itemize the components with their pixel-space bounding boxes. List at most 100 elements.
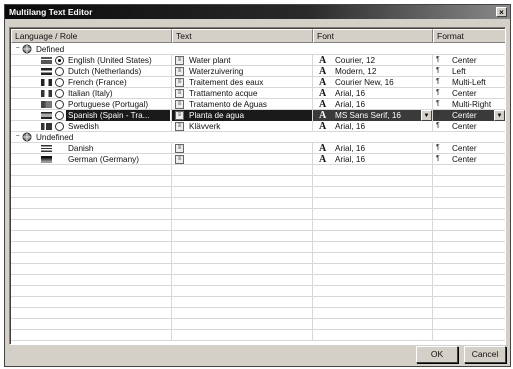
font-value: MS Sans Serif, 16 xyxy=(335,111,401,120)
globe-icon xyxy=(22,132,33,142)
cancel-button[interactable]: Cancel xyxy=(464,346,506,363)
format-value: Left xyxy=(452,67,466,76)
text-cell[interactable]: ≡ xyxy=(172,154,313,165)
text-edit-icon[interactable]: ≡ xyxy=(175,111,184,120)
column-header-format[interactable]: Format xyxy=(433,29,505,43)
font-cell[interactable]: A Courier New, 16 xyxy=(313,77,433,88)
grid-header: Language / Role Text Font Format xyxy=(11,29,505,43)
font-icon: A xyxy=(319,55,327,66)
empty-cell xyxy=(313,220,433,231)
text-cell[interactable]: ≡ Trattamento acque xyxy=(172,88,313,99)
language-label: Danish xyxy=(68,144,94,153)
empty-cell xyxy=(433,264,505,275)
group-label: Undefined xyxy=(36,133,74,142)
alignment-icon: ¶ xyxy=(436,155,440,162)
default-language-radio[interactable] xyxy=(55,78,64,87)
group-cell: − Undefined xyxy=(11,132,505,143)
empty-cell xyxy=(433,275,505,286)
text-edit-icon[interactable]: ≡ xyxy=(175,100,184,109)
text-edit-icon[interactable]: ≡ xyxy=(175,89,184,98)
empty-row xyxy=(11,220,505,231)
font-icon: A xyxy=(319,66,327,77)
text-cell[interactable]: ≡ Tratamento de Aguas xyxy=(172,99,313,110)
text-edit-icon[interactable]: ≡ xyxy=(175,56,184,65)
font-cell[interactable]: A Arial, 16 xyxy=(313,154,433,165)
default-language-radio[interactable] xyxy=(55,122,64,131)
font-cell[interactable]: A MS Sans Serif, 16 ▼ xyxy=(313,110,433,121)
font-cell[interactable]: A Arial, 16 xyxy=(313,99,433,110)
flag-icon xyxy=(41,68,52,75)
empty-cell xyxy=(313,308,433,319)
column-header-text[interactable]: Text xyxy=(172,29,313,43)
empty-cell xyxy=(313,297,433,308)
font-cell[interactable]: A Arial, 16 xyxy=(313,143,433,154)
column-header-font[interactable]: Font xyxy=(313,29,433,43)
text-cell[interactable]: ≡ Traitement des eaux xyxy=(172,77,313,88)
text-edit-icon[interactable]: ≡ xyxy=(175,122,184,131)
collapse-icon[interactable]: − xyxy=(14,133,21,141)
text-cell[interactable]: ≡ Water plant xyxy=(172,55,313,66)
text-cell[interactable]: ≡ Waterzuivering xyxy=(172,66,313,77)
language-row[interactable]: Italian (Italy) ≡ Trattamento acque A Arial,… xyxy=(11,88,505,99)
font-value: Modern, 12 xyxy=(335,67,377,76)
empty-cell xyxy=(11,165,172,176)
language-row[interactable]: German (Germany) ≡ A Arial, 16 ¶ Center xyxy=(11,154,505,165)
text-cell[interactable]: ≡ xyxy=(172,143,313,154)
format-cell[interactable]: ¶ Center xyxy=(433,154,505,165)
ok-button[interactable]: OK xyxy=(416,346,458,363)
font-value: Arial, 16 xyxy=(335,144,366,153)
language-row[interactable]: Swedish ≡ Klävverk A Arial, 16 ¶ Center xyxy=(11,121,505,132)
text-edit-icon[interactable]: ≡ xyxy=(175,155,184,164)
language-row[interactable]: Portuguese (Portugal) ≡ Tratamento de Agua… xyxy=(11,99,505,110)
empty-cell xyxy=(172,165,313,176)
default-language-radio[interactable] xyxy=(55,56,64,65)
language-row[interactable]: Danish ≡ A Arial, 16 ¶ Center xyxy=(11,143,505,154)
alignment-icon: ¶ xyxy=(436,78,440,85)
font-cell[interactable]: A Arial, 16 xyxy=(313,121,433,132)
default-language-radio[interactable] xyxy=(55,100,64,109)
text-edit-icon[interactable]: ≡ xyxy=(175,144,184,153)
format-cell[interactable]: ¶ Center xyxy=(433,121,505,132)
empty-cell xyxy=(11,220,172,231)
format-cell[interactable]: ¶ Center xyxy=(433,143,505,154)
group-row[interactable]: − Undefined xyxy=(11,132,505,143)
column-header-language[interactable]: Language / Role xyxy=(11,29,172,43)
default-language-radio[interactable] xyxy=(55,67,64,76)
close-icon[interactable]: × xyxy=(496,7,507,17)
language-label: Dutch (Netherlands) xyxy=(68,67,142,76)
font-cell[interactable]: A Courier, 12 xyxy=(313,55,433,66)
font-value: Arial, 16 xyxy=(335,122,366,131)
font-value: Courier New, 16 xyxy=(335,78,394,87)
text-edit-icon[interactable]: ≡ xyxy=(175,78,184,87)
font-dropdown-button[interactable]: ▼ xyxy=(421,110,432,121)
empty-cell xyxy=(172,286,313,297)
language-cell: Dutch (Netherlands) xyxy=(11,66,172,77)
font-cell[interactable]: A Modern, 12 xyxy=(313,66,433,77)
format-cell[interactable]: ¶ Center xyxy=(433,55,505,66)
format-cell[interactable]: ¶ Center ▼ xyxy=(433,110,505,121)
text-edit-icon[interactable]: ≡ xyxy=(175,67,184,76)
language-row[interactable]: Dutch (Netherlands) ≡ Waterzuivering A Moder… xyxy=(11,66,505,77)
format-cell[interactable]: ¶ Multi-Left xyxy=(433,77,505,88)
language-label: Spanish (Spain - Tra... xyxy=(66,110,170,121)
text-cell[interactable]: ≡ Klävverk xyxy=(172,121,313,132)
language-row[interactable]: English (United States) ≡ Water plant A Cour… xyxy=(11,55,505,66)
language-row[interactable]: Spanish (Spain - Tra... ≡ Planta de agua A M… xyxy=(11,110,505,121)
format-dropdown-button[interactable]: ▼ xyxy=(494,110,505,121)
text-value: Planta de agua xyxy=(189,111,245,120)
default-language-radio[interactable] xyxy=(55,111,64,120)
group-row[interactable]: − Defined xyxy=(11,44,505,55)
format-cell[interactable]: ¶ Center xyxy=(433,88,505,99)
format-cell[interactable]: ¶ Multi-Right xyxy=(433,99,505,110)
font-cell[interactable]: A Arial, 16 xyxy=(313,88,433,99)
format-cell[interactable]: ¶ Left xyxy=(433,66,505,77)
text-cell[interactable]: ≡ Planta de agua xyxy=(172,110,313,121)
font-icon: A xyxy=(319,143,327,154)
language-grid: Language / Role Text Font Format − Define… xyxy=(9,27,506,345)
language-row[interactable]: French (France) ≡ Traitement des eaux A Cour… xyxy=(11,77,505,88)
multilang-editor-window: Multilang Text Editor × Language / Role … xyxy=(4,4,511,367)
collapse-icon[interactable]: − xyxy=(14,45,21,53)
default-language-radio[interactable] xyxy=(55,89,64,98)
empty-cell xyxy=(313,231,433,242)
empty-row xyxy=(11,264,505,275)
